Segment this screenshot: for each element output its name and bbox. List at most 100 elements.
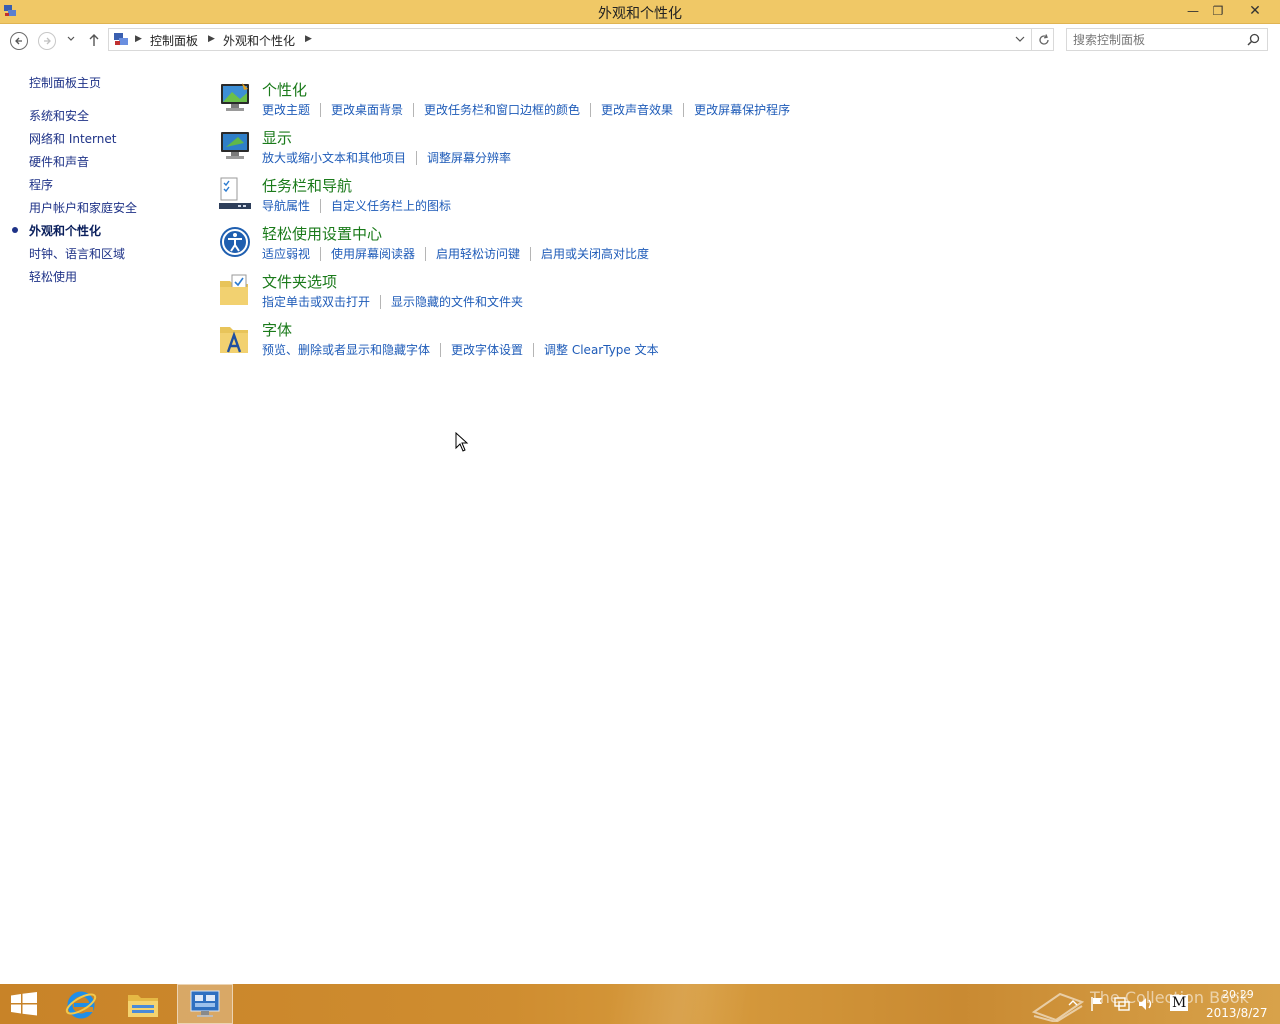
category-title[interactable]: 字体	[262, 319, 292, 340]
taskbar: The Collection Book M 20:29 2013/8/27	[0, 984, 1280, 1024]
link-separator	[320, 246, 322, 261]
link-separator	[380, 294, 382, 309]
breadcrumb-appearance[interactable]: 外观和个性化	[223, 32, 295, 49]
recent-locations-icon[interactable]	[66, 35, 76, 43]
window-title: 外观和个性化	[598, 6, 682, 22]
category-title[interactable]: 任务栏和导航	[262, 175, 352, 196]
chevron-down-icon[interactable]	[1015, 35, 1025, 43]
display-icon[interactable]	[218, 129, 252, 163]
link-high-contrast[interactable]: 启用或关闭高对比度	[541, 245, 649, 262]
chevron-up-icon[interactable]	[1068, 998, 1078, 1008]
close-button[interactable]: ✕	[1240, 0, 1270, 22]
link-customize-taskbar-icons[interactable]: 自定义任务栏上的图标	[331, 197, 451, 214]
taskbar-control-panel[interactable]	[177, 984, 233, 1024]
link-change-theme[interactable]: 更改主题	[262, 101, 310, 118]
forward-button[interactable]	[38, 32, 56, 50]
category-links: 更改主题 更改桌面背景 更改任务栏和窗口边框的颜色 更改声音效果 更改屏幕保护程…	[262, 101, 790, 118]
ease-of-access-icon[interactable]	[218, 225, 252, 259]
link-separator	[320, 198, 322, 213]
link-change-screensaver[interactable]: 更改屏幕保护程序	[694, 101, 790, 118]
windows-start-icon[interactable]	[10, 992, 38, 1016]
taskbar-decoration	[610, 984, 750, 1024]
category-title[interactable]: 轻松使用设置中心	[262, 223, 382, 244]
action-center-flag-icon[interactable]	[1090, 996, 1104, 1012]
volume-icon[interactable]	[1138, 996, 1154, 1012]
link-separator	[683, 102, 685, 117]
breadcrumb-separator-icon[interactable]: ▶	[208, 34, 215, 44]
search-box[interactable]	[1066, 28, 1268, 51]
link-show-hidden-files[interactable]: 显示隐藏的文件和文件夹	[391, 293, 523, 310]
link-screen-reader[interactable]: 使用屏幕阅读器	[331, 245, 415, 262]
file-explorer-icon	[128, 995, 158, 1017]
link-separator	[590, 102, 592, 117]
link-navigation-properties[interactable]: 导航属性	[262, 197, 310, 214]
breadcrumb-separator-icon[interactable]: ▶	[305, 34, 312, 44]
mouse-cursor-icon	[455, 432, 469, 452]
fonts-icon[interactable]	[218, 321, 252, 355]
sidebar-item-user-accounts[interactable]: 用户帐户和家庭安全	[29, 199, 137, 216]
sidebar-item-hardware-sound[interactable]: 硬件和声音	[29, 153, 89, 170]
sidebar-item-programs[interactable]: 程序	[29, 176, 53, 193]
link-change-window-color[interactable]: 更改任务栏和窗口边框的颜色	[424, 101, 580, 118]
category-links: 放大或缩小文本和其他项目 调整屏幕分辨率	[262, 149, 511, 166]
up-arrow-icon[interactable]	[87, 32, 101, 48]
title-bar: 外观和个性化 — ❐ ✕	[0, 0, 1280, 24]
network-icon[interactable]	[1114, 996, 1130, 1012]
category-folder-options: 文件夹选项 指定单击或双击打开 显示隐藏的文件和文件夹	[218, 273, 918, 319]
sidebar-item-clock-language[interactable]: 时钟、语言和区域	[29, 245, 125, 262]
taskbar-file-explorer[interactable]	[116, 984, 170, 1024]
category-title[interactable]: 显示	[262, 127, 292, 148]
navigation-bar: ▶ 控制面板 ▶ 外观和个性化 ▶	[0, 24, 1280, 58]
category-links: 适应弱视 使用屏幕阅读器 启用轻松访问键 启用或关闭高对比度	[262, 245, 649, 262]
link-cleartype[interactable]: 调整 ClearType 文本	[544, 341, 659, 358]
control-panel-icon	[190, 990, 220, 1017]
link-optimize-visual[interactable]: 适应弱视	[262, 245, 310, 262]
category-title[interactable]: 文件夹选项	[262, 271, 337, 292]
link-change-sounds[interactable]: 更改声音效果	[601, 101, 673, 118]
category-title[interactable]: 个性化	[262, 79, 307, 100]
search-icon[interactable]	[1247, 33, 1260, 46]
input-method-indicator[interactable]: M	[1170, 995, 1189, 1011]
sidebar-home-link[interactable]: 控制面板主页	[29, 74, 101, 91]
current-location-bullet	[12, 227, 18, 233]
back-button[interactable]	[10, 32, 28, 50]
sidebar-item-network[interactable]: 网络和 Internet	[29, 130, 116, 147]
link-scale-text[interactable]: 放大或缩小文本和其他项目	[262, 149, 406, 166]
search-input[interactable]	[1073, 31, 1243, 48]
clock-date[interactable]: 2013/8/27	[1206, 1006, 1268, 1020]
sidebar-item-ease-of-access[interactable]: 轻松使用	[29, 268, 77, 285]
sidebar-item-system-security[interactable]: 系统和安全	[29, 107, 89, 124]
breadcrumb-separator-icon[interactable]: ▶	[135, 34, 142, 44]
refresh-icon[interactable]	[1037, 33, 1051, 47]
arrow-left-icon	[15, 37, 22, 45]
folder-options-icon[interactable]	[218, 273, 252, 307]
category-fonts: 字体 预览、删除或者显示和隐藏字体 更改字体设置 调整 ClearType 文本	[218, 321, 918, 367]
link-separator	[425, 246, 427, 261]
link-screen-resolution[interactable]: 调整屏幕分辨率	[427, 149, 511, 166]
link-easy-access-keys[interactable]: 启用轻松访问键	[436, 245, 520, 262]
link-separator	[530, 246, 532, 261]
taskbar-internet-explorer[interactable]	[54, 984, 108, 1024]
category-links: 指定单击或双击打开 显示隐藏的文件和文件夹	[262, 293, 523, 310]
personalization-icon[interactable]	[218, 81, 252, 115]
category-links: 预览、删除或者显示和隐藏字体 更改字体设置 调整 ClearType 文本	[262, 341, 659, 358]
taskbar-icon[interactable]	[218, 177, 252, 211]
link-preview-fonts[interactable]: 预览、删除或者显示和隐藏字体	[262, 341, 430, 358]
minimize-button[interactable]: —	[1180, 0, 1206, 22]
control-panel-icon	[114, 33, 128, 45]
address-bar[interactable]: ▶ 控制面板 ▶ 外观和个性化 ▶	[108, 28, 1054, 51]
maximize-button[interactable]: ❐	[1205, 0, 1231, 22]
link-change-desktop-background[interactable]: 更改桌面背景	[331, 101, 403, 118]
breadcrumb-control-panel[interactable]: 控制面板	[150, 32, 198, 49]
category-display: 显示 放大或缩小文本和其他项目 调整屏幕分辨率	[218, 129, 918, 175]
clock-time[interactable]: 20:29	[1222, 988, 1254, 1001]
link-separator	[416, 150, 418, 165]
sidebar-item-appearance: 外观和个性化	[29, 224, 102, 238]
link-font-settings[interactable]: 更改字体设置	[451, 341, 523, 358]
link-single-double-click[interactable]: 指定单击或双击打开	[262, 293, 370, 310]
link-separator	[413, 102, 415, 117]
arrow-right-icon	[44, 37, 51, 45]
category-taskbar-navigation: 任务栏和导航 导航属性 自定义任务栏上的图标	[218, 177, 918, 223]
category-ease-of-access: 轻松使用设置中心 适应弱视 使用屏幕阅读器 启用轻松访问键 启用或关闭高对比度	[218, 225, 918, 271]
category-links: 导航属性 自定义任务栏上的图标	[262, 197, 451, 214]
